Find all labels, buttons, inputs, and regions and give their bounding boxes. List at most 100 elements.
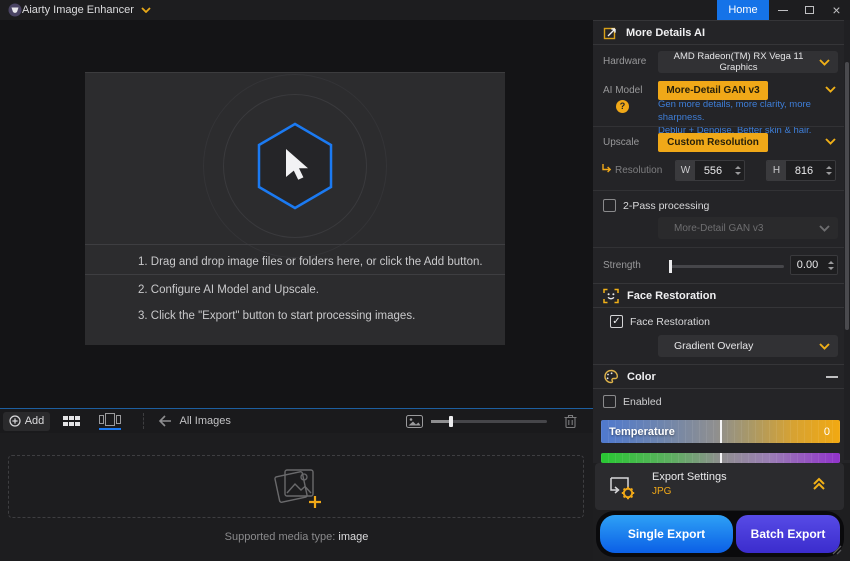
ai-model-description-line1: Gen more details, more clarity, more sha… (658, 98, 840, 124)
export-format-value: JPG (652, 486, 671, 497)
thumbnail-zoom-slider[interactable] (431, 420, 547, 423)
import-drop-target[interactable] (8, 455, 584, 518)
resize-grip-icon[interactable] (830, 543, 842, 555)
scrollbar-thumb[interactable] (845, 62, 849, 330)
upscale-label: Upscale (603, 137, 639, 148)
face-restoration-icon (603, 288, 619, 304)
add-button[interactable]: Add (3, 412, 50, 431)
thumbnail-size-icon[interactable] (406, 415, 423, 428)
strength-spinner[interactable]: 0.00 (790, 255, 838, 275)
import-strip: Supported media type: image (0, 433, 593, 561)
instruction-step-3: 3. Click the "Export" button to start pr… (138, 310, 415, 322)
divider (593, 126, 850, 127)
more-details-icon (603, 25, 618, 40)
panel-scrollbar[interactable] (844, 20, 850, 460)
hardware-select[interactable]: AMD Radeon(TM) RX Vega 11 Graphics (658, 51, 838, 73)
checkmark-icon: ✓ (612, 316, 620, 327)
width-spinner[interactable]: W 556 (675, 160, 745, 181)
two-pass-checkbox[interactable] (603, 199, 616, 212)
section-more-details: More Details AI (593, 20, 850, 45)
collapse-drawer-icon[interactable] (812, 477, 826, 491)
face-restoration-enable-label: Face Restoration (630, 316, 710, 328)
section-color: Color (593, 364, 850, 389)
width-unit-label: W (676, 161, 695, 180)
batch-export-button[interactable]: Batch Export (736, 515, 840, 553)
two-pass-label: 2-Pass processing (623, 200, 709, 212)
minimize-icon (778, 10, 788, 11)
export-buttons-container: Single Export Batch Export (596, 511, 844, 557)
file-toolbar: Add All Images (0, 408, 593, 433)
two-pass-model-value: More-Detail GAN v3 (658, 223, 819, 234)
temperature-value: 0 (824, 420, 830, 443)
strength-slider[interactable] (670, 265, 784, 268)
toolbar-separator (143, 413, 144, 429)
home-button[interactable]: Home (717, 0, 769, 20)
divider (85, 244, 505, 245)
height-spinner[interactable]: H 816 (766, 160, 836, 181)
slider-handle[interactable] (449, 416, 453, 427)
temperature-label: Temperature (609, 420, 675, 443)
trash-icon[interactable] (564, 414, 577, 428)
list-view-button[interactable] (99, 413, 121, 430)
close-button[interactable]: × (823, 0, 850, 20)
back-arrow-icon[interactable] (158, 415, 172, 427)
upscale-value[interactable]: Custom Resolution (658, 133, 768, 152)
help-icon[interactable]: ? (616, 100, 629, 113)
single-export-button[interactable]: Single Export (600, 515, 733, 553)
minimize-button[interactable] (769, 0, 796, 20)
face-restoration-checkbox[interactable]: ✓ (610, 315, 623, 328)
app-menu-chevron-icon[interactable] (141, 7, 151, 13)
strength-slider-handle[interactable] (669, 260, 672, 273)
strength-stepper[interactable] (824, 256, 837, 274)
chevron-down-icon (819, 225, 830, 232)
ai-model-description: Gen more details, more clarity, more sha… (658, 98, 840, 137)
strength-value[interactable]: 0.00 (791, 256, 824, 274)
instruction-step-2: 2. Configure AI Model and Upscale. (138, 284, 319, 296)
height-unit-label: H (767, 161, 786, 180)
active-view-underline (99, 428, 121, 430)
divider (85, 274, 505, 275)
chevron-down-icon (819, 343, 830, 350)
face-restoration-mode-select[interactable]: Gradient Overlay (658, 335, 838, 357)
hardware-label: Hardware (603, 56, 646, 67)
export-settings-panel[interactable]: Export Settings JPG (595, 463, 844, 510)
section-title: Face Restoration (627, 290, 716, 302)
supported-media-value: image (338, 531, 368, 543)
ai-model-chevron-icon[interactable] (825, 86, 836, 93)
width-stepper[interactable] (731, 161, 744, 180)
height-stepper[interactable] (822, 161, 835, 180)
app-title: Aiarty Image Enhancer (22, 4, 134, 16)
ai-model-label: AI Model (603, 85, 642, 96)
two-pass-model-select: More-Detail GAN v3 (658, 217, 838, 239)
image-drop-zone[interactable]: 1. Drag and drop image files or folders … (85, 72, 505, 345)
height-value[interactable]: 816 (786, 161, 822, 180)
strength-label: Strength (603, 260, 641, 271)
divider (593, 247, 850, 248)
collapse-section-button[interactable] (826, 376, 838, 378)
temperature-slider-handle[interactable] (720, 420, 722, 443)
add-images-icon (271, 464, 323, 512)
color-enabled-label: Enabled (623, 396, 662, 408)
export-settings-icon (608, 472, 638, 501)
chevron-down-icon (819, 59, 830, 66)
instruction-step-1: 1. Drag and drop image files or folders … (138, 256, 483, 268)
tint-slider-handle[interactable] (720, 453, 722, 463)
grid-view-button[interactable] (63, 416, 80, 427)
section-face-restoration: Face Restoration (593, 283, 850, 308)
resolution-label: Resolution (615, 165, 662, 176)
maximize-button[interactable] (796, 0, 823, 20)
supported-media-label: Supported media type: (225, 531, 336, 543)
export-drawer: Export Settings JPG Single Export Batch … (593, 463, 850, 561)
slider-filled-track (431, 420, 451, 423)
tint-slider[interactable] (601, 453, 840, 463)
color-enabled-checkbox[interactable] (603, 395, 616, 408)
add-button-label: Add (25, 415, 45, 427)
width-value[interactable]: 556 (695, 161, 731, 180)
temperature-slider[interactable]: Temperature 0 (601, 420, 840, 443)
settings-panel: More Details AI Hardware AMD Radeon(TM) … (593, 20, 850, 561)
color-palette-icon (603, 369, 619, 384)
maximize-icon (805, 6, 814, 14)
all-images-filter[interactable]: All Images (180, 415, 231, 427)
cursor-hexagon-icon (255, 121, 335, 211)
upscale-chevron-icon[interactable] (825, 138, 836, 145)
